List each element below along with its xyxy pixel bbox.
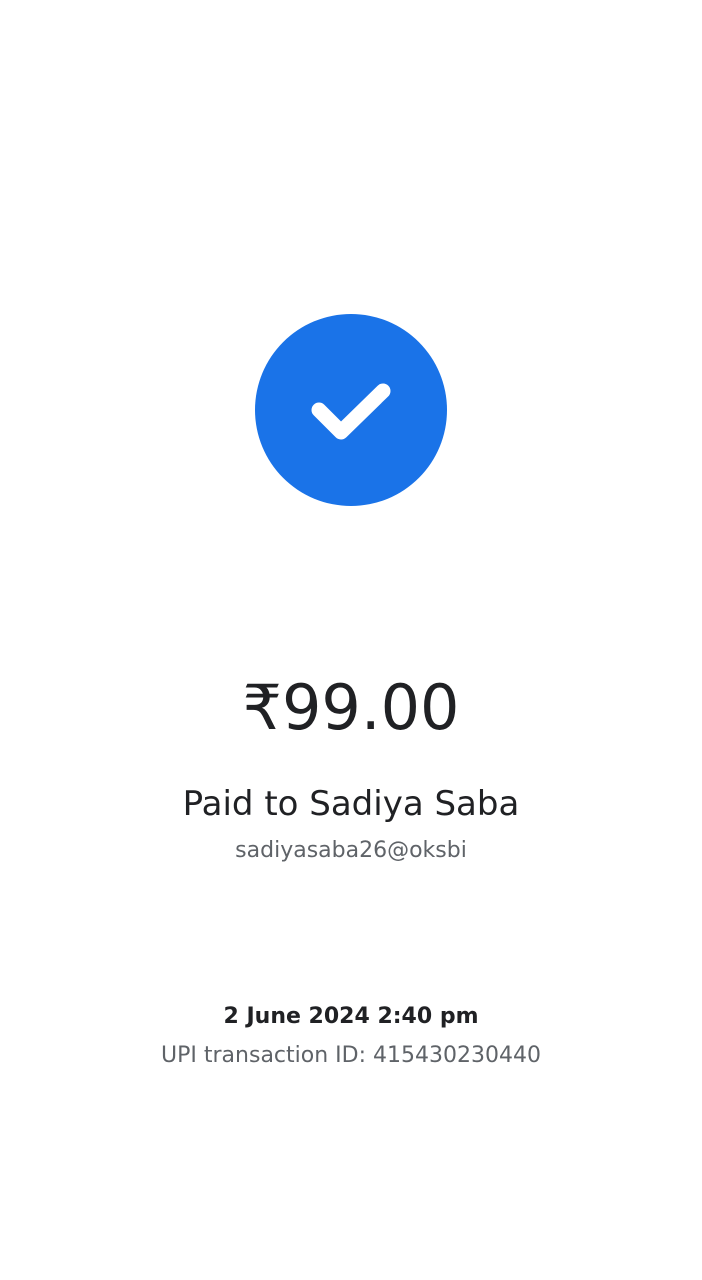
check-circle-icon: [255, 314, 447, 506]
payment-amount: ₹99.00: [242, 671, 460, 744]
checkmark-icon: [311, 383, 391, 440]
upi-transaction-id: UPI transaction ID: 415430230440: [161, 1043, 541, 1068]
payee-upi-id: sadiyasaba26@oksbi: [235, 838, 467, 863]
payment-datetime: 2 June 2024 2:40 pm: [223, 1004, 479, 1029]
payee-name: Paid to Sadiya Saba: [182, 784, 520, 824]
